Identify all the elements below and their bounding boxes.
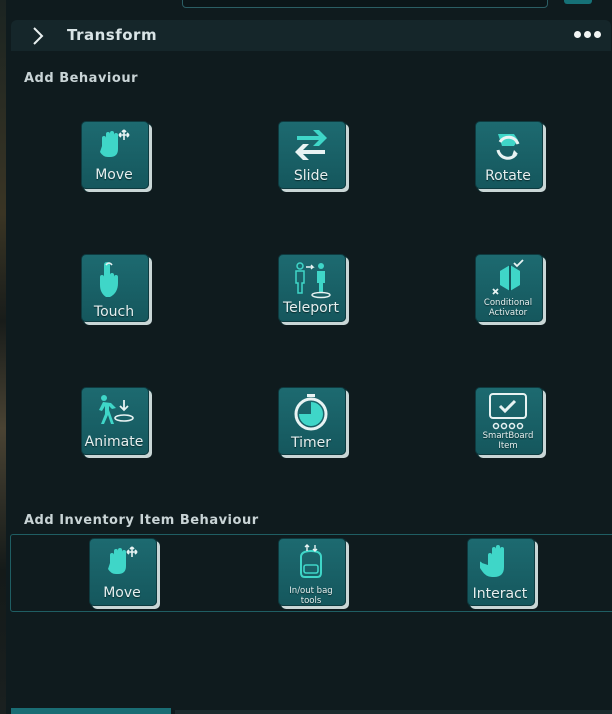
behaviour-timer-button[interactable]: Timer [278,387,348,457]
rotate-icon [496,134,520,160]
behaviour-move-button[interactable]: Move [81,121,151,191]
behaviour-rotate-button[interactable]: Rotate [475,121,545,191]
tile-label: Conditional Activator [483,298,533,318]
hand-move-icon [100,129,130,157]
inventory-move-button[interactable]: Move [89,538,159,608]
tile-label: Teleport [283,300,339,316]
tile-label: Animate [84,434,144,450]
header-title: Transform [67,26,158,44]
stopwatch-icon [294,394,328,431]
behaviour-touch-button[interactable]: Touch [81,254,151,324]
behaviour-slide-button[interactable]: Slide [278,121,348,191]
animate-icon [99,395,134,424]
scrollbar-thumb[interactable] [11,708,171,714]
tile-label: SmartBoard Item [482,431,534,451]
inventory-bag-tools-button[interactable]: In/out bag tools [278,538,348,608]
smartboard-icon [489,393,527,430]
add-behaviour-title: Add Behaviour [24,71,138,86]
add-inventory-behaviour-title: Add Inventory Item Behaviour [24,513,259,528]
behaviour-conditional-activator-button[interactable]: Conditional Activator [475,254,545,324]
inventory-interact-button[interactable]: Interact [467,538,537,608]
slide-arrows-icon [295,130,327,160]
hand-move-icon [108,546,138,574]
behaviour-smartboard-item-button[interactable]: SmartBoard Item [475,387,545,457]
finger-touch-icon [100,262,118,297]
scrollbar-track[interactable] [175,710,612,714]
tile-label: Interact [472,586,528,602]
chevron-right-icon[interactable] [29,26,47,46]
ellipsis-icon[interactable] [574,31,601,38]
transform-header[interactable]: Transform [11,20,611,51]
tile-label: Timer [290,435,332,451]
hand-interact-icon [480,545,504,577]
behaviour-animate-button[interactable]: Animate [81,387,151,457]
teleport-icon [295,262,331,299]
search-input[interactable] [182,0,548,8]
tile-label: Touch [93,304,135,320]
tile-label: In/out bag tools [289,586,333,606]
conditional-activator-icon [492,259,524,295]
backpack-icon [300,544,322,578]
tile-label: Slide [293,168,329,184]
behaviour-teleport-button[interactable]: Teleport [278,254,348,324]
tile-label: Rotate [485,168,531,184]
tile-label: Move [103,585,141,601]
tile-label: Move [95,167,133,183]
search-button[interactable] [564,0,592,4]
